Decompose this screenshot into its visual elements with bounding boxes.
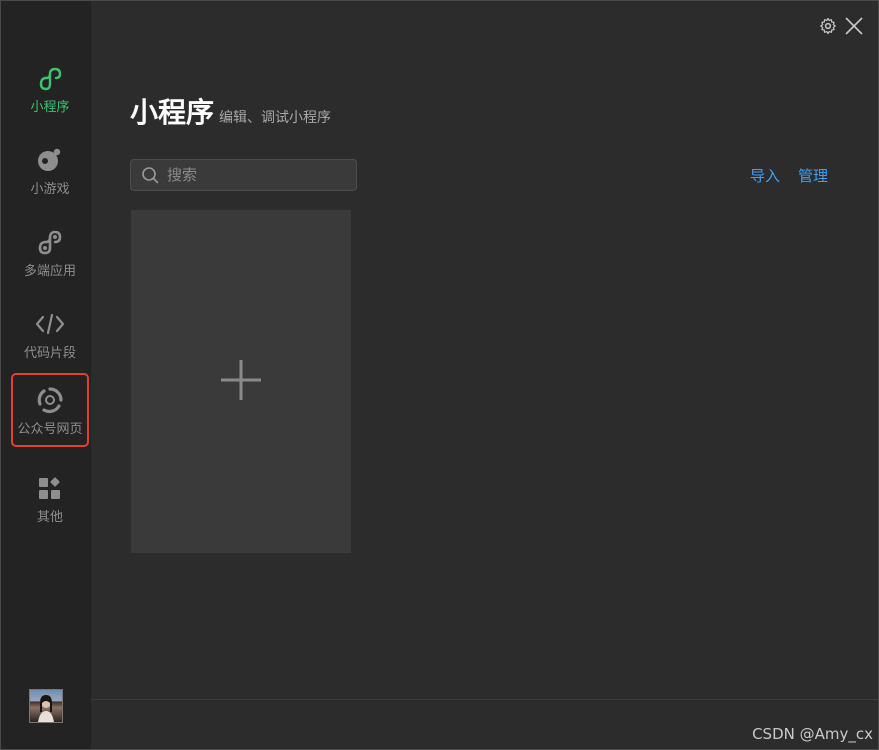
mini-program-icon [35, 63, 65, 93]
code-snippet-icon [35, 309, 65, 339]
page-title: 小程序 [130, 96, 215, 129]
multi-platform-icon [35, 227, 65, 257]
sidebar: 小程序 小游戏 多端应用 代码片段 公众号网页 其他 [1, 1, 91, 749]
import-button[interactable]: 导入 [750, 165, 780, 186]
mini-game-icon [35, 145, 65, 175]
manage-button[interactable]: 管理 [798, 165, 828, 186]
footer-divider [91, 699, 878, 700]
plus-icon [219, 358, 263, 406]
page-subtitle: 编辑、调试小程序 [219, 110, 331, 126]
gear-icon[interactable] [817, 15, 839, 37]
sidebar-item-code-snippet[interactable]: 代码片段 [11, 297, 89, 367]
sidebar-item-label: 小游戏 [30, 182, 70, 197]
sidebar-item-official-account-web[interactable]: 公众号网页 [11, 373, 89, 447]
sidebar-item-label: 代码片段 [23, 346, 76, 361]
create-project-card[interactable] [131, 210, 351, 553]
sidebar-item-label: 多端应用 [23, 264, 76, 279]
search-box[interactable] [130, 159, 363, 191]
sidebar-item-other[interactable]: 其他 [11, 461, 89, 531]
search-input[interactable] [165, 165, 363, 185]
sidebar-item-mini-game[interactable]: 小游戏 [11, 133, 89, 203]
sidebar-item-label: 小程序 [30, 100, 70, 115]
close-icon[interactable] [843, 15, 865, 37]
watermark: CSDN @Amy_cx [752, 725, 873, 743]
app-window: 小程序 小游戏 多端应用 代码片段 公众号网页 其他 小程序 编辑、调试小程序 … [0, 0, 879, 750]
other-apps-icon [35, 473, 65, 503]
sidebar-item-label: 公众号网页 [17, 422, 83, 437]
sidebar-item-mini-program[interactable]: 小程序 [11, 51, 89, 121]
sidebar-item-multi-platform[interactable]: 多端应用 [11, 215, 89, 285]
official-account-web-icon [35, 385, 65, 415]
user-avatar[interactable] [29, 689, 63, 723]
sidebar-item-label: 其他 [36, 510, 63, 525]
search-icon [141, 165, 159, 185]
